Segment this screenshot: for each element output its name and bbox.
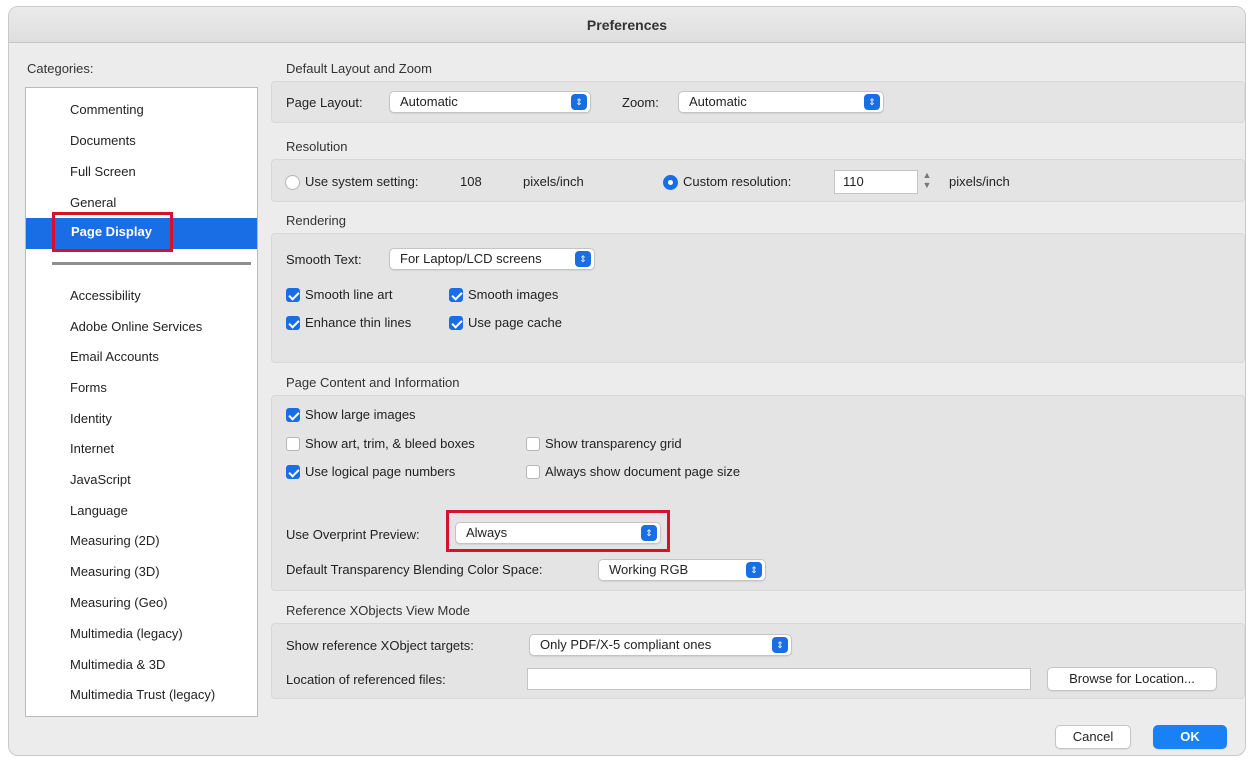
zoom-label: Zoom: [622, 95, 659, 110]
smooth-line-art-checkbox[interactable] [286, 288, 300, 302]
page-layout-select[interactable]: Automatic ⇕ [389, 91, 591, 113]
chevron-updown-icon: ⇕ [772, 637, 788, 653]
category-language[interactable]: Language [26, 495, 257, 526]
xobjects-panel: Show reference XObject targets: Only PDF… [271, 623, 1245, 699]
category-page-display[interactable]: Page Display [26, 212, 257, 252]
xobject-targets-select[interactable]: Only PDF/X-5 compliant ones ⇕ [529, 634, 792, 656]
smooth-text-value: For Laptop/LCD screens [400, 251, 542, 266]
chevron-updown-icon: ⇕ [746, 562, 762, 578]
category-accessibility[interactable]: Accessibility [26, 280, 257, 311]
page-layout-label: Page Layout: [286, 95, 363, 110]
use-page-cache-checkbox[interactable] [449, 316, 463, 330]
cancel-button[interactable]: Cancel [1055, 725, 1131, 749]
category-measuring-2d[interactable]: Measuring (2D) [26, 525, 257, 556]
custom-resolution-unit: pixels/inch [949, 174, 1010, 189]
smooth-text-select[interactable]: For Laptop/LCD screens ⇕ [389, 248, 595, 270]
category-multimedia-legacy[interactable]: Multimedia (legacy) [26, 618, 257, 649]
resolution-panel: Use system setting: 108 pixels/inch Cust… [271, 159, 1245, 202]
show-art-trim-bleed-label: Show art, trim, & bleed boxes [305, 436, 475, 451]
categories-label: Categories: [27, 61, 94, 76]
zoom-select[interactable]: Automatic ⇕ [678, 91, 884, 113]
categories-list: Commenting Documents Full Screen General… [25, 87, 258, 717]
page-layout-value: Automatic [400, 94, 458, 109]
resolution-stepper-icon[interactable]: ▲ ▼ [920, 170, 934, 192]
enhance-thin-lines-checkbox[interactable] [286, 316, 300, 330]
category-measuring-3d[interactable]: Measuring (3D) [26, 556, 257, 587]
category-commenting[interactable]: Commenting [26, 94, 257, 125]
rendering-panel: Smooth Text: For Laptop/LCD screens ⇕ Sm… [271, 233, 1245, 363]
category-full-screen[interactable]: Full Screen [26, 156, 257, 187]
page-content-panel: Show large images Show art, trim, & blee… [271, 395, 1245, 591]
preferences-window: Preferences Categories: Commenting Docum… [8, 6, 1246, 756]
category-identity[interactable]: Identity [26, 403, 257, 434]
ok-button[interactable]: OK [1153, 725, 1227, 749]
category-forms[interactable]: Forms [26, 372, 257, 403]
category-email-accounts[interactable]: Email Accounts [26, 341, 257, 372]
smooth-text-label: Smooth Text: [286, 252, 362, 267]
chevron-updown-icon: ⇕ [571, 94, 587, 110]
layout-zoom-panel: Page Layout: Automatic ⇕ Zoom: Automatic… [271, 81, 1245, 123]
category-internet[interactable]: Internet [26, 433, 257, 464]
overprint-preview-label: Use Overprint Preview: [286, 527, 420, 542]
blending-color-space-value: Working RGB [609, 562, 689, 577]
smooth-images-label: Smooth images [468, 287, 559, 302]
category-javascript[interactable]: JavaScript [26, 464, 257, 495]
use-page-cache-label: Use page cache [468, 315, 562, 330]
browse-for-location-button[interactable]: Browse for Location... [1047, 667, 1217, 691]
chevron-updown-icon: ⇕ [575, 251, 591, 267]
custom-resolution-label: Custom resolution: [683, 174, 792, 189]
section-title-resolution: Resolution [286, 139, 348, 154]
category-separator [52, 262, 251, 265]
system-resolution-unit: pixels/inch [523, 174, 584, 189]
custom-resolution-input[interactable]: 110 [834, 170, 918, 194]
section-title-xobjects: Reference XObjects View Mode [286, 603, 471, 618]
window-title: Preferences [9, 7, 1245, 43]
always-show-page-size-checkbox[interactable] [526, 465, 540, 479]
custom-resolution-radio[interactable] [663, 175, 678, 190]
overprint-preview-select[interactable]: Always ⇕ [455, 522, 661, 544]
xobject-targets-label: Show reference XObject targets: [286, 638, 474, 653]
category-documents[interactable]: Documents [26, 125, 257, 156]
show-transparency-grid-label: Show transparency grid [545, 436, 682, 451]
category-adobe-online-services[interactable]: Adobe Online Services [26, 311, 257, 342]
smooth-line-art-label: Smooth line art [305, 287, 393, 302]
referenced-files-location-label: Location of referenced files: [286, 672, 446, 687]
section-title-page-content: Page Content and Information [286, 375, 460, 390]
show-large-images-checkbox[interactable] [286, 408, 300, 422]
show-transparency-grid-checkbox[interactable] [526, 437, 540, 451]
category-multimedia-3d[interactable]: Multimedia & 3D [26, 649, 257, 680]
zoom-value: Automatic [689, 94, 747, 109]
chevron-updown-icon: ⇕ [641, 525, 657, 541]
referenced-files-location-input[interactable] [527, 668, 1031, 690]
always-show-page-size-label: Always show document page size [545, 464, 741, 479]
custom-resolution-value: 110 [843, 174, 864, 189]
smooth-images-checkbox[interactable] [449, 288, 463, 302]
highlight-box: Page Display [52, 212, 173, 252]
section-title-rendering: Rendering [286, 213, 346, 228]
use-system-setting-radio[interactable] [285, 175, 300, 190]
use-system-setting-label: Use system setting: [305, 174, 419, 189]
system-resolution-value: 108 [460, 174, 482, 189]
category-measuring-geo[interactable]: Measuring (Geo) [26, 587, 257, 618]
xobject-targets-value: Only PDF/X-5 compliant ones [540, 637, 712, 652]
overprint-preview-value: Always [466, 525, 508, 540]
category-multimedia-trust-legacy[interactable]: Multimedia Trust (legacy) [26, 679, 257, 710]
show-art-trim-bleed-checkbox[interactable] [286, 437, 300, 451]
section-title-layout-zoom: Default Layout and Zoom [286, 61, 432, 76]
chevron-updown-icon: ⇕ [864, 94, 880, 110]
blending-color-space-label: Default Transparency Blending Color Spac… [286, 562, 543, 577]
show-large-images-label: Show large images [305, 407, 416, 422]
use-logical-page-numbers-checkbox[interactable] [286, 465, 300, 479]
enhance-thin-lines-label: Enhance thin lines [305, 315, 412, 330]
blending-color-space-select[interactable]: Working RGB ⇕ [598, 559, 766, 581]
use-logical-page-numbers-label: Use logical page numbers [305, 464, 456, 479]
